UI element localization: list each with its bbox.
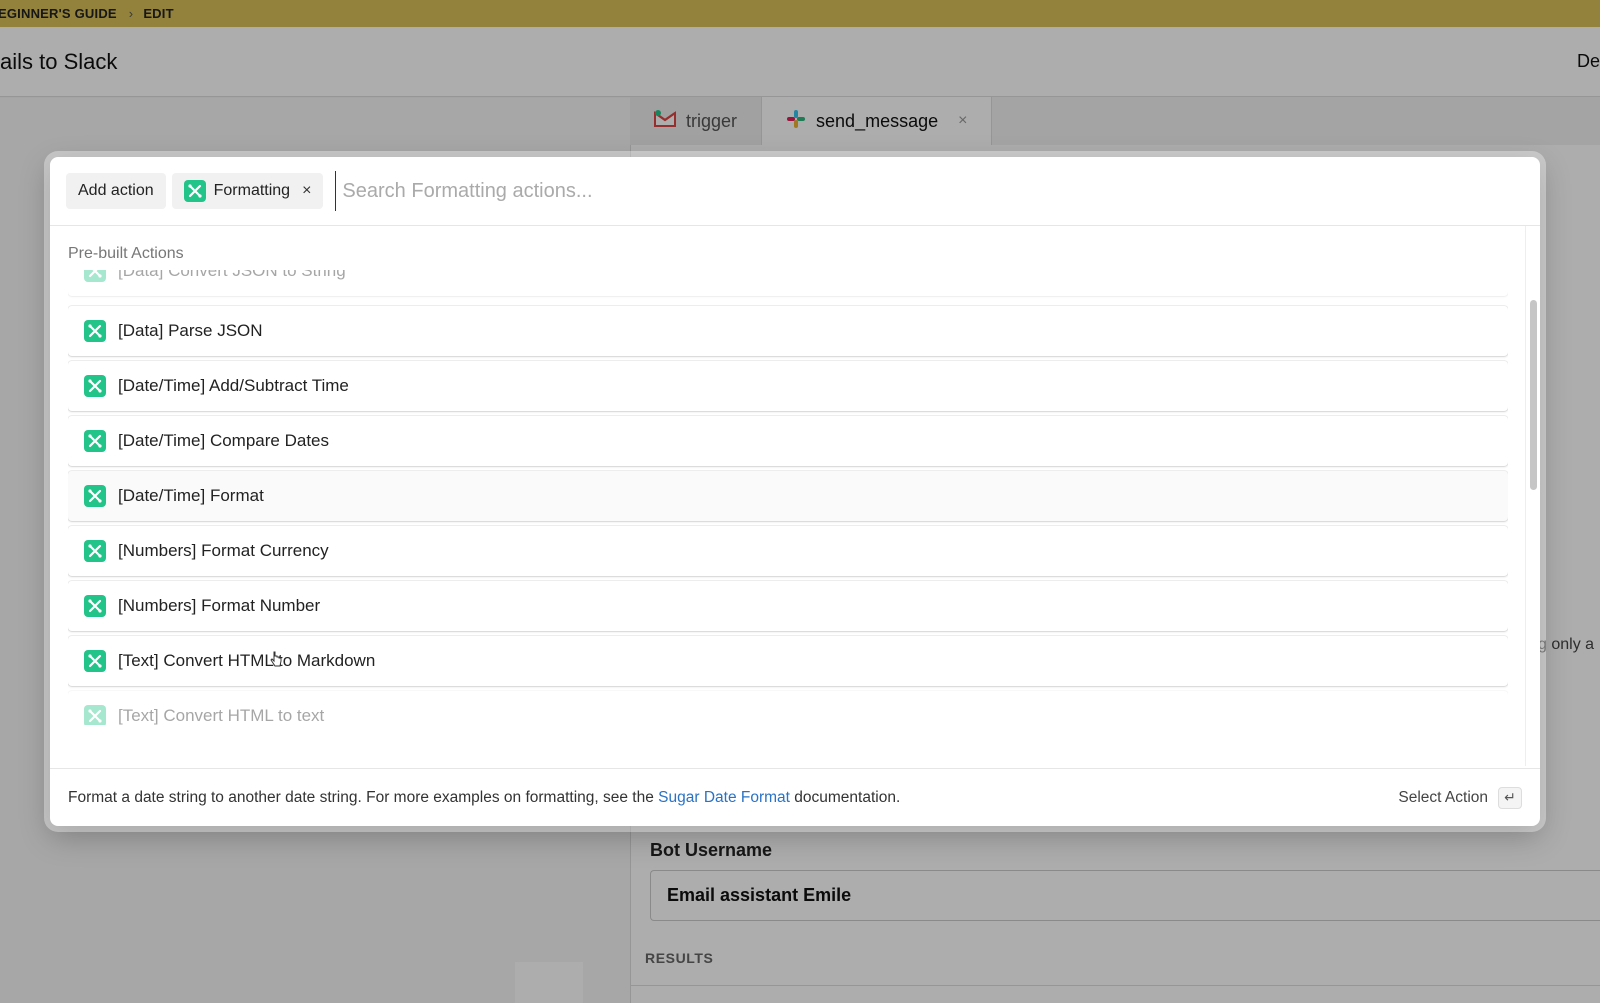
list-item-label: [Numbers] Format Currency — [118, 541, 329, 560]
list-item-label: [Date/Time] Format — [118, 486, 264, 505]
chip-label: Formatting — [213, 182, 291, 199]
search-input[interactable] — [335, 171, 1540, 211]
scrollbar-thumb[interactable] — [1530, 300, 1537, 490]
description-text-end: documentation. — [789, 788, 901, 806]
sugar-date-format-link[interactable]: Sugar Date Format — [658, 789, 790, 806]
formatting-icon — [84, 375, 106, 397]
list-item[interactable]: [Date/Time] Add/Subtract Time — [68, 361, 1508, 411]
list-item[interactable]: [Data] Parse JSON — [68, 306, 1508, 356]
list-item[interactable]: [Text] Convert HTML to text — [68, 691, 1508, 725]
modal-search-bar: Add action Formatting × — [50, 157, 1540, 226]
modal-footer: Format a date string to another date str… — [50, 768, 1540, 826]
section-title: Pre-built Actions — [68, 245, 184, 262]
action-description: Format a date string to another date str… — [68, 789, 1398, 807]
list-item-label: [Numbers] Format Number — [118, 596, 321, 615]
list-item[interactable]: [Numbers] Format Currency — [68, 526, 1508, 576]
formatting-filter-chip[interactable]: Formatting × — [171, 173, 324, 209]
formatting-icon — [84, 430, 106, 452]
list-item-label: [Text] Convert HTML to Markdown — [118, 651, 376, 670]
formatting-icon — [183, 180, 206, 202]
add-action-modal: Add action Formatting × Pre-built Action… — [50, 157, 1540, 826]
list-item[interactable]: [Text] Convert HTML to Markdown — [68, 636, 1508, 686]
formatting-icon — [84, 485, 106, 507]
scroll-track — [1525, 226, 1526, 766]
formatting-icon — [84, 320, 106, 342]
select-action-button[interactable]: Select Action ↵ — [1398, 786, 1522, 809]
actions-list: [Data] Convert JSON to String [Data] Par… — [68, 270, 1508, 725]
formatting-icon — [84, 540, 106, 562]
close-icon[interactable]: × — [302, 182, 311, 200]
list-item[interactable]: [Numbers] Format Number — [68, 581, 1508, 631]
list-item-label: [Data] Parse JSON — [118, 321, 263, 340]
formatting-icon — [84, 270, 106, 282]
add-action-chip[interactable]: Add action — [66, 173, 166, 209]
list-item-label: [Date/Time] Add/Subtract Time — [118, 376, 349, 395]
formatting-icon — [84, 595, 106, 617]
enter-key-icon: ↵ — [1498, 786, 1522, 809]
formatting-icon — [84, 650, 106, 672]
list-item[interactable]: [Data] Convert JSON to String — [68, 270, 1508, 296]
list-item[interactable]: [Date/Time] Format — [68, 471, 1508, 521]
mouse-cursor-icon — [270, 651, 282, 667]
select-action-label: Select Action — [1398, 788, 1488, 806]
formatting-icon — [84, 705, 106, 725]
list-item[interactable]: [Date/Time] Compare Dates — [68, 416, 1508, 466]
list-item-label: [Text] Convert HTML to text — [118, 706, 325, 725]
list-item-label: [Date/Time] Compare Dates — [118, 431, 329, 450]
list-item-label: [Data] Convert JSON to String — [118, 270, 346, 280]
description-text: Format a date string to another date str… — [68, 788, 659, 806]
